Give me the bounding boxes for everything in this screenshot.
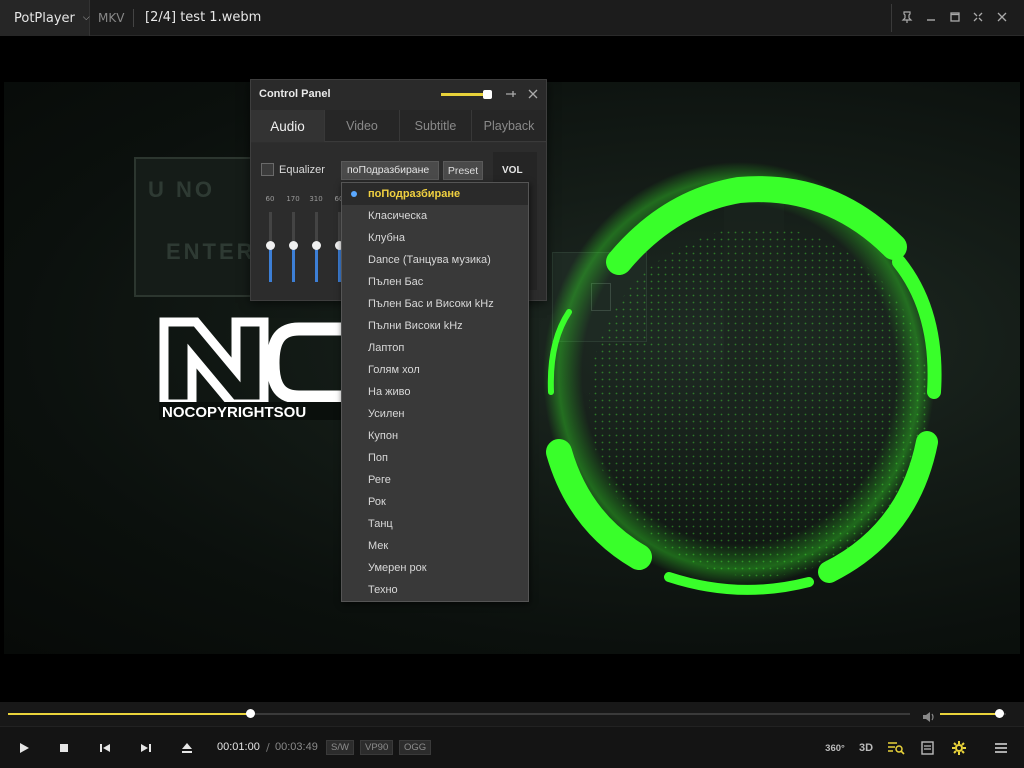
current-time: 00:01:00: [217, 741, 260, 753]
preset-option[interactable]: Пълен Бас: [342, 271, 528, 293]
vr-360-button[interactable]: 360°: [823, 737, 847, 759]
control-panel-header[interactable]: Control Panel: [251, 80, 546, 110]
control-panel-tabs: Audio Video Subtitle Playback: [251, 110, 546, 142]
volume-handle[interactable]: [995, 709, 1005, 718]
playback-controls: 00:01:00 / 00:03:49 S/W VP90 OGG 360° 3D: [0, 726, 1024, 768]
preset-option[interactable]: Купон: [342, 425, 528, 447]
decoder-badge[interactable]: S/W: [326, 740, 354, 755]
eject-icon[interactable]: [176, 737, 198, 759]
preset-option-label: поПодразбиране: [368, 188, 461, 200]
control-panel-title: Control Panel: [259, 88, 331, 100]
next-icon[interactable]: [135, 737, 157, 759]
title-controls-divider: [891, 4, 892, 32]
preset-button[interactable]: Preset: [443, 161, 483, 180]
format-label: MKV: [98, 11, 125, 25]
selected-dot-icon: [351, 191, 357, 197]
seek-progress: [8, 713, 250, 715]
eq-band: 170: [284, 195, 302, 285]
preset-option[interactable]: Пълен Бас и Високи kHz: [342, 293, 528, 315]
ncs-logo-text: NOCOPYRIGHTSOU: [162, 404, 306, 421]
vr-360-label: 360°: [825, 742, 845, 754]
preset-select[interactable]: поПодразбиране: [341, 161, 439, 180]
preset-option[interactable]: Техно: [342, 579, 528, 601]
eq-band-frequency: 170: [286, 195, 300, 203]
playlist-search-icon[interactable]: [885, 737, 907, 759]
title-bar: PotPlayer ⌵ MKV [2/4] test 1.webm: [0, 0, 1024, 36]
preset-option[interactable]: Мек: [342, 535, 528, 557]
maximize-icon[interactable]: [946, 8, 964, 26]
video-codec-badge[interactable]: VP90: [360, 740, 394, 755]
close-icon[interactable]: [993, 8, 1011, 26]
volume-icon[interactable]: [922, 708, 936, 722]
preset-option[interactable]: Рок: [342, 491, 528, 513]
settings-gear-icon[interactable]: [948, 737, 970, 759]
panel-opacity-slider[interactable]: [441, 90, 492, 99]
app-menu-button[interactable]: PotPlayer ⌵: [0, 0, 90, 36]
title-divider: [133, 9, 134, 27]
volume-level: [940, 713, 1000, 715]
eq-band: 60: [261, 195, 279, 285]
time-separator: /: [266, 741, 270, 754]
seek-handle[interactable]: [245, 709, 255, 718]
preset-option[interactable]: Реге: [342, 469, 528, 491]
eq-band: 310: [307, 195, 325, 285]
equalizer-checkbox[interactable]: [261, 163, 274, 176]
eq-band-slider[interactable]: [289, 241, 298, 250]
sign-text-1: U NO: [148, 177, 215, 202]
eq-band-slider[interactable]: [312, 241, 321, 250]
preset-option[interactable]: Класическа: [342, 205, 528, 227]
app-name: PotPlayer: [14, 10, 75, 26]
panel-opacity-slider-knob[interactable]: [483, 90, 492, 99]
eq-band-frequency: 60: [265, 195, 275, 203]
minimize-icon[interactable]: [922, 8, 940, 26]
preset-option[interactable]: Умерен рок: [342, 557, 528, 579]
main-menu-icon[interactable]: [990, 737, 1012, 759]
equalizer-label: Equalizer: [279, 164, 325, 176]
previous-icon[interactable]: [94, 737, 116, 759]
eq-band-slider[interactable]: [266, 241, 275, 250]
preset-option[interactable]: Танц: [342, 513, 528, 535]
audio-codec-badge[interactable]: OGG: [399, 740, 432, 755]
preset-option[interactable]: Голям хол: [342, 359, 528, 381]
sign-text-2: ENTER: [166, 239, 256, 264]
total-time[interactable]: 00:03:49: [275, 741, 318, 753]
preset-option[interactable]: Лаптоп: [342, 337, 528, 359]
panel-pin-icon[interactable]: [503, 86, 519, 102]
preset-option[interactable]: На живо: [342, 381, 528, 403]
preset-option[interactable]: поПодразбиране: [342, 183, 528, 205]
stop-icon[interactable]: [53, 737, 75, 759]
tab-audio[interactable]: Audio: [251, 110, 325, 142]
fullscreen-icon[interactable]: [969, 8, 987, 26]
3d-label: 3D: [858, 742, 874, 754]
chevron-down-icon: ⌵: [82, 13, 90, 23]
preset-dropdown-list: поПодразбиране Класическа Клубна Dance (…: [341, 182, 529, 602]
subtitle-icon[interactable]: [917, 737, 937, 759]
panel-close-icon[interactable]: [525, 86, 541, 102]
preset-option[interactable]: Dance (Танцува музика): [342, 249, 528, 271]
pin-icon[interactable]: [898, 8, 916, 26]
vol-label: VOL: [502, 165, 523, 176]
tab-playback[interactable]: Playback: [472, 110, 546, 142]
audio-visualizer-ring: [543, 162, 942, 595]
seek-bar-area: [0, 702, 1024, 726]
preset-option[interactable]: Усилен: [342, 403, 528, 425]
preset-option[interactable]: Клубна: [342, 227, 528, 249]
3d-button[interactable]: 3D: [856, 737, 876, 759]
tab-subtitle[interactable]: Subtitle: [400, 110, 472, 142]
preset-option[interactable]: Пълни Високи kHz: [342, 315, 528, 337]
background-sign: U NO ENTER: [134, 157, 264, 297]
eq-band-frequency: 310: [309, 195, 323, 203]
play-icon[interactable]: [13, 737, 35, 759]
preset-option[interactable]: Поп: [342, 447, 528, 469]
tab-video[interactable]: Video: [325, 110, 400, 142]
window-title: [2/4] test 1.webm: [145, 10, 262, 25]
